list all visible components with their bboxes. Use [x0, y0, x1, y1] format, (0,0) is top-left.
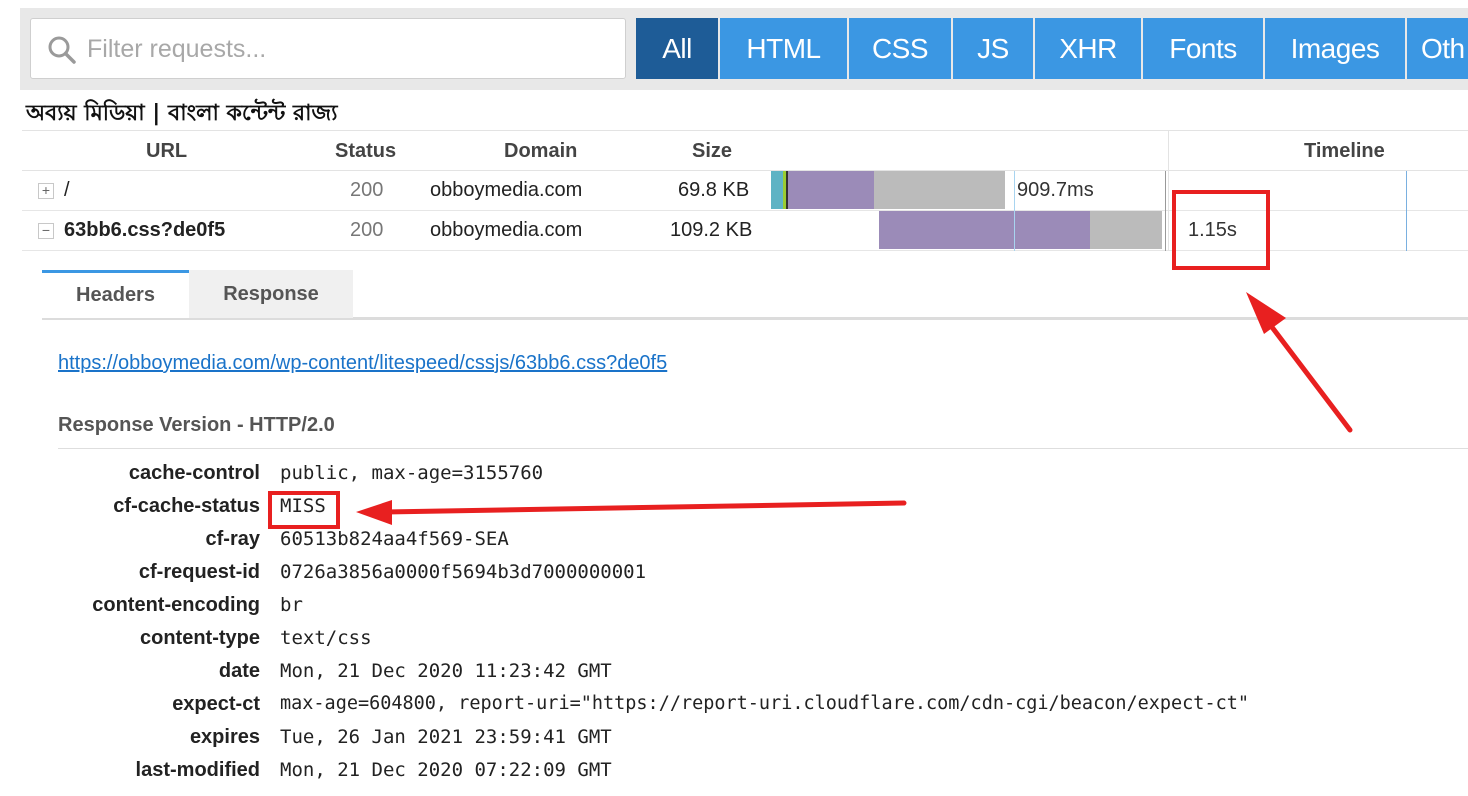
annotation-arrowhead-timeline	[1246, 292, 1286, 334]
annotation-arrow-line-timeline	[1259, 311, 1353, 433]
annotation-arrows	[356, 292, 1353, 525]
annotation-arrowhead-cache	[356, 500, 392, 525]
annotation-arrow-line-cache	[382, 500, 907, 515]
